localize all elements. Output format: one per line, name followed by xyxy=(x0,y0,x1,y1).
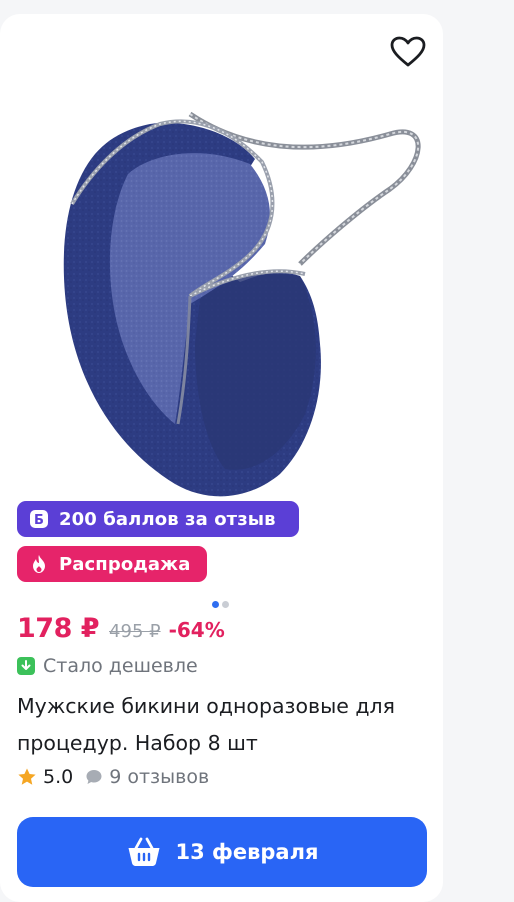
svg-text:Б: Б xyxy=(34,513,44,528)
gallery-pagination xyxy=(212,601,229,608)
star-icon xyxy=(17,767,37,787)
basket-icon xyxy=(126,836,162,868)
product-card[interactable]: Б 200 баллов за отзыв Распродажа 178 ₽ 4… xyxy=(0,14,443,902)
delivery-date-button[interactable]: 13 февраля xyxy=(17,817,427,887)
product-title[interactable]: Мужские бикини одноразовые для процедур.… xyxy=(17,688,427,762)
gallery-dot[interactable] xyxy=(222,601,229,608)
rating-row[interactable]: 5.0 9 отзывов xyxy=(17,766,209,788)
b-coin-icon: Б xyxy=(29,509,49,529)
sale-badge: Распродажа xyxy=(17,546,207,582)
disposable-briefs-product-photo xyxy=(63,111,421,497)
price-row: 178 ₽ 495 ₽ -64% xyxy=(17,613,225,644)
discount-percent: -64% xyxy=(168,618,225,642)
points-badge-label: 200 баллов за отзыв xyxy=(59,508,276,530)
favorite-button[interactable] xyxy=(386,32,430,72)
gallery-dot-active[interactable] xyxy=(212,601,219,608)
arrow-down-icon xyxy=(17,657,35,675)
heart-outline-icon xyxy=(390,36,426,67)
product-image[interactable] xyxy=(0,14,443,504)
rating-value: 5.0 xyxy=(43,766,74,788)
comment-bubble-icon xyxy=(85,768,103,786)
fire-icon xyxy=(29,554,49,574)
price-drop-label: Стало дешевле xyxy=(43,655,198,677)
old-price: 495 ₽ xyxy=(109,621,161,642)
points-for-review-badge: Б 200 баллов за отзыв xyxy=(17,501,299,537)
reviews-count: 9 отзывов xyxy=(109,766,210,788)
current-price: 178 ₽ xyxy=(17,613,100,644)
sale-badge-label: Распродажа xyxy=(59,553,191,575)
delivery-date-label: 13 февраля xyxy=(175,840,319,864)
price-drop-note: Стало дешевле xyxy=(17,655,198,677)
